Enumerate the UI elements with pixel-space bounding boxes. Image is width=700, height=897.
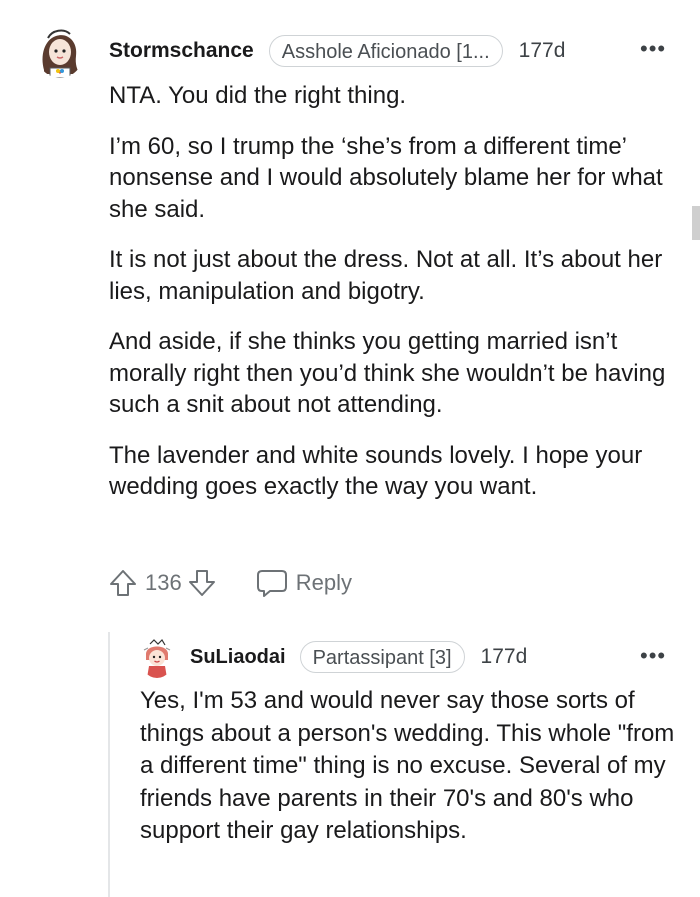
reply-label: Reply xyxy=(295,570,352,595)
comment-paragraph: It is not just about the dress. Not at a… xyxy=(109,246,663,305)
timestamp[interactable]: 177d xyxy=(519,39,566,63)
timestamp[interactable]: 177d xyxy=(481,645,528,669)
comment-actions: 136 Reply xyxy=(109,565,352,601)
comment-paragraph: NTA. You did the right thing. xyxy=(109,82,407,109)
comment-paragraph: The lavender and white sounds lovely. I … xyxy=(109,441,643,501)
avatar[interactable] xyxy=(36,26,84,78)
vote-score: 136 xyxy=(145,570,182,595)
avatar-icon xyxy=(140,638,174,678)
comment-paragraph: I’m 60, so I trump the ‘she’s from a dif… xyxy=(109,132,663,223)
comment-meta: Stormschance Asshole Aficionado [1... 17… xyxy=(109,33,565,69)
reply-bubble-icon xyxy=(256,568,288,598)
comment-meta: SuLiaodai Partassipant [3] 177d xyxy=(190,640,527,674)
user-flair: Partassipant [3] xyxy=(299,641,465,673)
scrollbar-thumb[interactable] xyxy=(692,206,700,240)
more-options-icon[interactable]: ••• xyxy=(640,38,666,60)
upvote-arrow-icon[interactable] xyxy=(109,568,137,598)
comment-body: NTA. You did the right thing. I’m 60, so… xyxy=(109,80,669,522)
thread-line[interactable] xyxy=(108,632,110,897)
comment-paragraph: And aside, if she thinks you getting mar… xyxy=(109,328,666,418)
username[interactable]: SuLiaodai xyxy=(190,646,286,669)
user-flair: Asshole Aficionado [1... xyxy=(268,35,503,67)
avatar[interactable] xyxy=(140,638,174,678)
downvote-arrow-icon[interactable] xyxy=(188,568,216,598)
avatar-icon xyxy=(36,26,84,78)
username[interactable]: Stormschance xyxy=(109,39,254,63)
reply-button[interactable]: Reply xyxy=(256,568,352,598)
comment-body: Yes, I'm 53 and would never say those so… xyxy=(140,685,680,848)
comment-paragraph: Yes, I'm 53 and would never say those so… xyxy=(140,687,675,844)
more-options-icon[interactable]: ••• xyxy=(640,645,666,667)
